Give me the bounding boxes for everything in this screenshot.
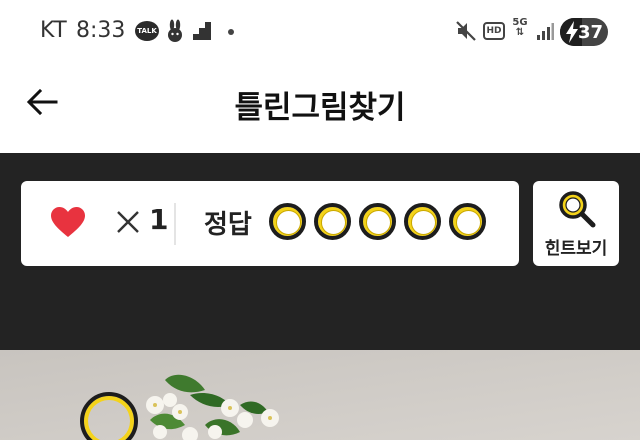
- answer-slots: [269, 203, 486, 245]
- battery-level: 37: [578, 22, 604, 43]
- divider: [174, 203, 176, 245]
- carrier-label: KT: [40, 18, 68, 43]
- app-header: 틀린그림찾기: [0, 64, 640, 153]
- status-card: 1 정답: [21, 181, 519, 266]
- dot-icon: [228, 29, 234, 35]
- battery-charging-icon: 37: [560, 18, 608, 46]
- magnifier-icon: [559, 191, 596, 228]
- times-icon: [117, 211, 139, 233]
- signal-icon: [537, 23, 554, 40]
- lives-count: 1: [149, 203, 169, 236]
- mute-icon: [456, 21, 476, 41]
- hint-button[interactable]: 힌트보기: [533, 181, 619, 266]
- clock: 8:33: [76, 18, 126, 43]
- game-status-area: 1 정답 힌트보기: [0, 153, 640, 350]
- page-title: 틀린그림찾기: [234, 90, 406, 126]
- kakaotalk-icon: TALK: [135, 21, 159, 41]
- network-label: 5G: [512, 17, 528, 28]
- status-bar: KT 8:33 TALK HD 5G ⇅ 37: [0, 0, 640, 64]
- hd-icon: HD: [483, 22, 505, 40]
- answer-slot: [449, 203, 486, 240]
- answer-slot: [269, 203, 306, 240]
- answer-slot: [359, 203, 396, 240]
- stairs-icon: [193, 22, 211, 40]
- heart-icon: [51, 207, 85, 237]
- puzzle-picture[interactable]: [0, 350, 640, 440]
- answer-label: 정답: [204, 210, 252, 240]
- hint-label: 힌트보기: [544, 239, 608, 259]
- 5g-icon: 5G ⇅: [512, 17, 528, 38]
- answer-slot: [314, 203, 351, 240]
- bolt-icon: [566, 21, 578, 43]
- answer-slot: [404, 203, 441, 240]
- rabbit-icon: [168, 19, 182, 42]
